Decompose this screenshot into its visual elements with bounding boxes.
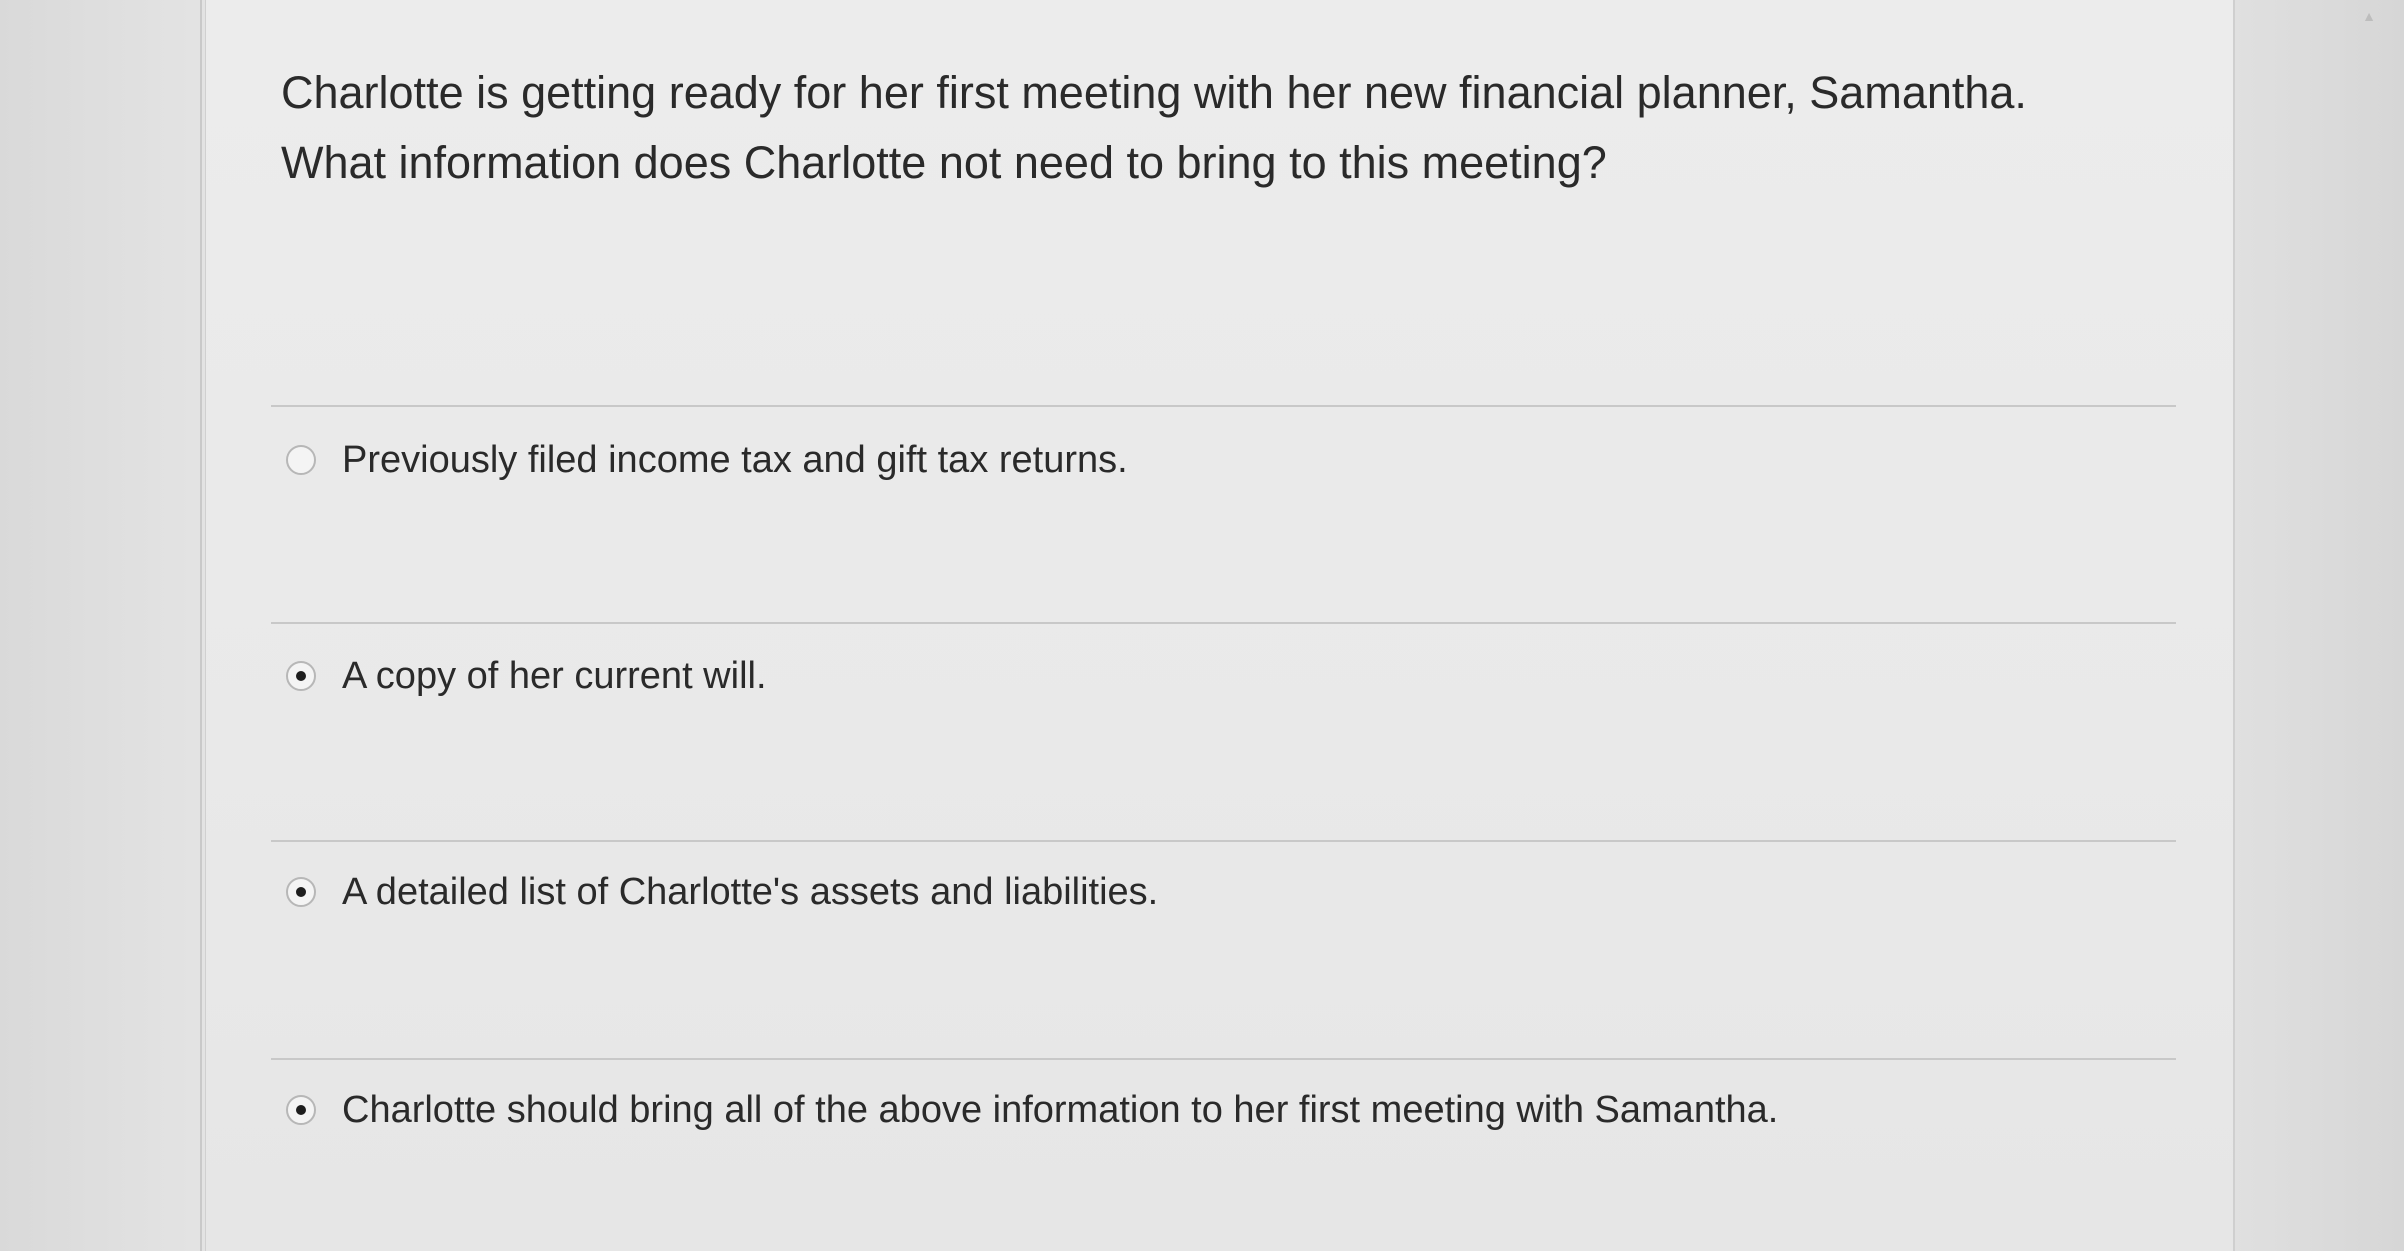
radio-selected-dot bbox=[296, 887, 306, 897]
divider bbox=[271, 840, 2176, 842]
radio-button-icon[interactable] bbox=[286, 877, 316, 907]
question-card: Charlotte is getting ready for her first… bbox=[205, 0, 2235, 1251]
divider bbox=[271, 405, 2176, 407]
radio-selected-dot bbox=[296, 671, 306, 681]
question-text: Charlotte is getting ready for her first… bbox=[281, 58, 2181, 198]
screen: Charlotte is getting ready for her first… bbox=[0, 0, 2404, 1251]
question-line-2: What information does Charlotte not need… bbox=[281, 137, 1607, 188]
answer-option-label: Previously filed income tax and gift tax… bbox=[342, 438, 1128, 481]
answer-option-label: A copy of her current will. bbox=[342, 654, 767, 697]
scroll-up-arrow-icon[interactable]: ▲ bbox=[2362, 8, 2376, 24]
divider bbox=[271, 622, 2176, 624]
radio-button-icon[interactable] bbox=[286, 1095, 316, 1125]
question-line-1: Charlotte is getting ready for her first… bbox=[281, 67, 2027, 118]
answer-option-label: Charlotte should bring all of the above … bbox=[342, 1088, 1779, 1131]
answer-option-label: A detailed list of Charlotte's assets an… bbox=[342, 870, 1159, 913]
page-edge bbox=[200, 0, 202, 1251]
answer-option-2[interactable]: A copy of her current will. bbox=[286, 646, 767, 706]
answer-option-3[interactable]: A detailed list of Charlotte's assets an… bbox=[286, 862, 1158, 922]
radio-selected-dot bbox=[296, 1105, 306, 1115]
divider bbox=[271, 1058, 2176, 1060]
answer-option-4[interactable]: Charlotte should bring all of the above … bbox=[286, 1080, 1778, 1140]
radio-button-icon[interactable] bbox=[286, 445, 316, 475]
radio-button-icon[interactable] bbox=[286, 661, 316, 691]
answer-option-1[interactable]: Previously filed income tax and gift tax… bbox=[286, 430, 1128, 490]
